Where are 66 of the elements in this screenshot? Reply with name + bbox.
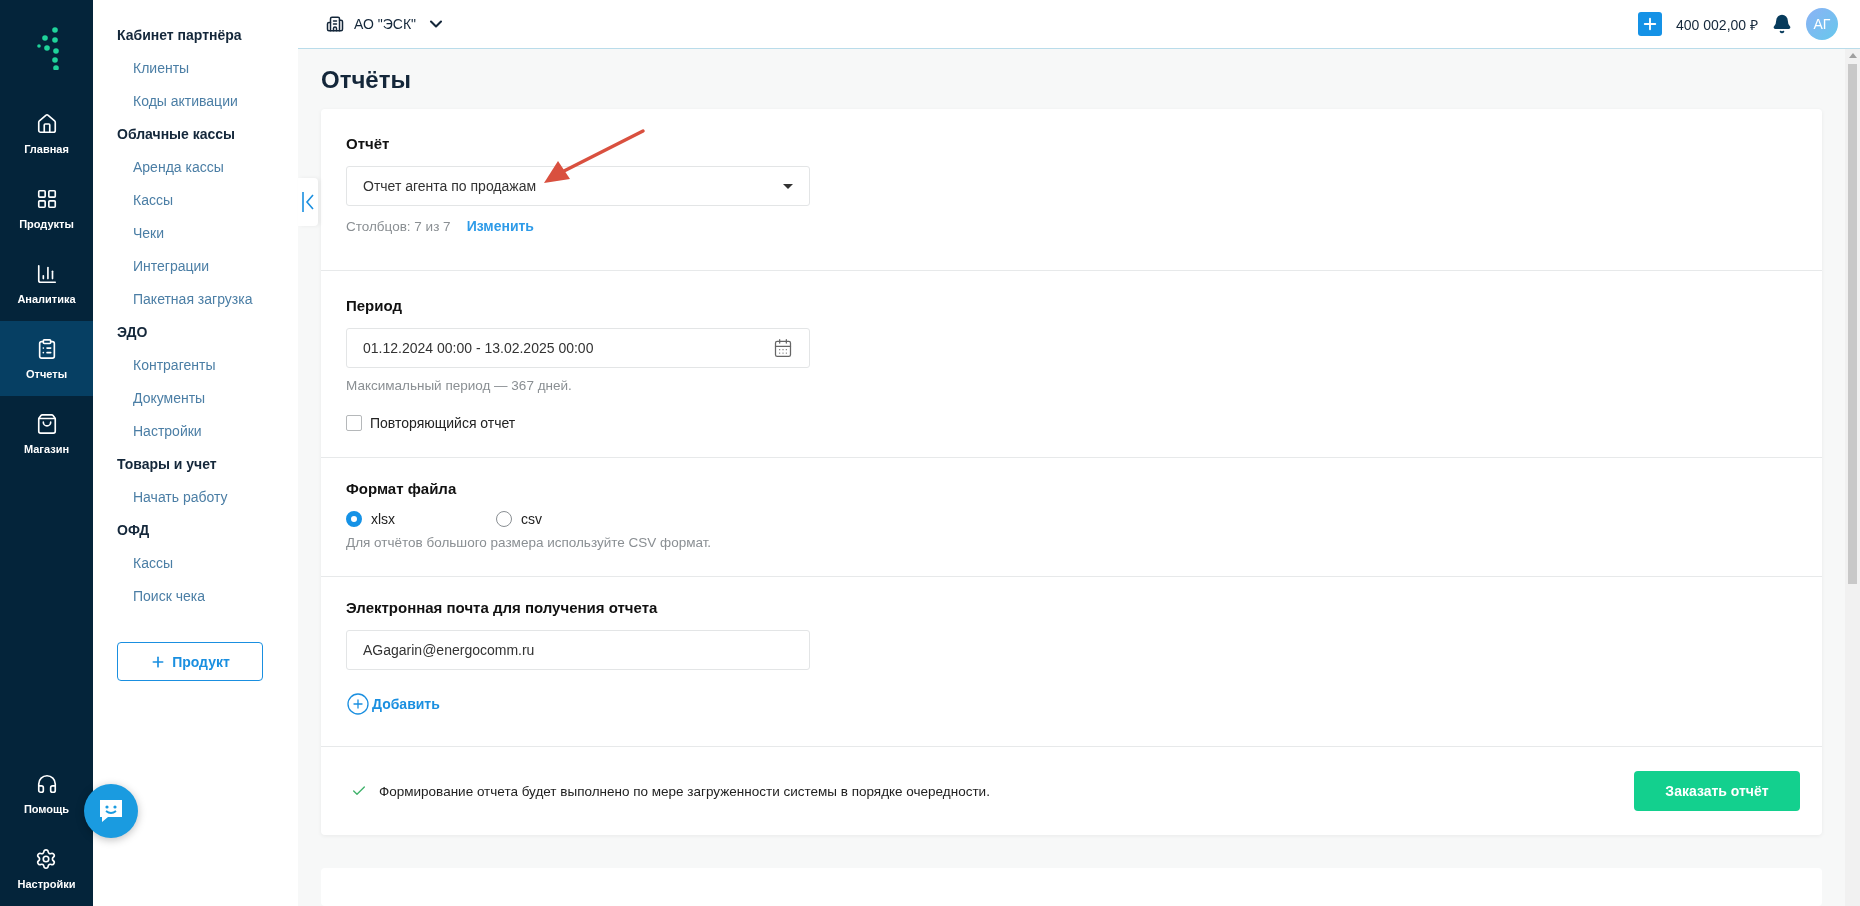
- change-columns-link[interactable]: Изменить: [466, 218, 534, 235]
- section-label: Отчёт: [346, 135, 390, 153]
- add-product-button[interactable]: Продукт: [117, 642, 263, 681]
- collapse-icon: [302, 191, 314, 213]
- rail-nav-item[interactable]: Магазин: [0, 396, 93, 471]
- radio-button[interactable]: [496, 511, 512, 528]
- format-hint: Для отчётов большого размера используйте CSV формат.: [346, 535, 712, 551]
- notifications-button[interactable]: [1772, 14, 1792, 34]
- home-icon: [35, 112, 58, 135]
- dropdown-caret-icon: [783, 183, 793, 189]
- submenu-item[interactable]: Кассы: [117, 546, 173, 579]
- submenu-item[interactable]: Начать работу: [117, 480, 228, 513]
- grid-icon: [35, 187, 58, 210]
- scrollbar[interactable]: [1845, 49, 1860, 906]
- add-email-link[interactable]: Добавить: [346, 692, 440, 717]
- rail-nav-item[interactable]: Настройки: [13, 831, 80, 906]
- settings-icon: [35, 847, 58, 870]
- submenu-item[interactable]: Чеки: [117, 216, 165, 249]
- radio-label: xlsx: [371, 511, 396, 528]
- submenu-item[interactable]: Клиенты: [117, 51, 190, 84]
- menu-group-title: Товары и учет: [117, 454, 218, 474]
- submenu-item[interactable]: Аренда кассы: [117, 150, 224, 183]
- report-select[interactable]: Отчет агента по продажам: [346, 166, 810, 207]
- scroll-up-icon[interactable]: [1848, 53, 1857, 58]
- submenu-item[interactable]: Кассы: [117, 183, 173, 216]
- collapse-sidebar-button[interactable]: [298, 178, 318, 226]
- columns-count: Столбцов: 7 из 7: [346, 218, 451, 234]
- page-title: Отчёты: [321, 65, 412, 96]
- rail-nav-item[interactable]: Главная: [0, 96, 93, 171]
- section-label: Период: [346, 297, 402, 315]
- submenu-item[interactable]: Поиск чека: [117, 579, 205, 612]
- balance-amount: 400 002,00 ₽: [1676, 15, 1758, 34]
- submenu-item[interactable]: Настройки: [117, 414, 202, 447]
- building-icon: [326, 15, 344, 33]
- menu-group-title: Кабинет партнёра: [117, 25, 243, 45]
- submenu-item[interactable]: Документы: [117, 381, 206, 414]
- shopping-bag-icon: [35, 412, 58, 435]
- headset-icon: [35, 772, 58, 795]
- top-up-button[interactable]: [1638, 12, 1663, 36]
- rail-nav-item[interactable]: Аналитика: [0, 246, 93, 321]
- checkbox[interactable]: [346, 415, 362, 432]
- radio-button[interactable]: [346, 511, 362, 528]
- submenu-item[interactable]: Коды активации: [117, 84, 238, 117]
- format-radio-option[interactable]: csv: [496, 511, 646, 528]
- company-selector[interactable]: АО "ЭСК": [326, 14, 447, 34]
- submenu-item[interactable]: Пакетная загрузка: [117, 282, 253, 315]
- email-input[interactable]: AGagarin@energocomm.ru: [346, 630, 810, 671]
- menu-group-title: Облачные кассы: [117, 124, 237, 144]
- rail-nav-item[interactable]: Отчеты: [0, 321, 93, 396]
- queue-note: Формирование отчета будет выполнено по мере загруженности системы в порядке очередности.: [379, 783, 990, 799]
- calendar-icon: [773, 338, 793, 359]
- submenu-item[interactable]: Интеграции: [117, 249, 210, 282]
- menu-group-title: ЭДО: [117, 322, 149, 342]
- section-label: Электронная почта для получения отчета: [346, 599, 658, 617]
- period-input[interactable]: 01.12.2024 00:00 - 13.02.2025 00:00: [346, 328, 810, 369]
- bar-chart-icon: [35, 262, 58, 285]
- section-label: Формат файла: [346, 480, 457, 498]
- bell-icon: [1772, 14, 1792, 34]
- menu-group-title: ОФД: [117, 520, 151, 540]
- radio-label: csv: [521, 511, 542, 528]
- format-radio-option[interactable]: xlsx: [346, 511, 496, 528]
- circle-plus-icon: [346, 692, 370, 717]
- rail-nav-item[interactable]: Помощь: [19, 756, 74, 831]
- submenu-item[interactable]: Контрагенты: [117, 348, 216, 381]
- rail-nav-item[interactable]: Продукты: [0, 171, 93, 246]
- period-hint: Максимальный период — 367 дней.: [346, 378, 572, 394]
